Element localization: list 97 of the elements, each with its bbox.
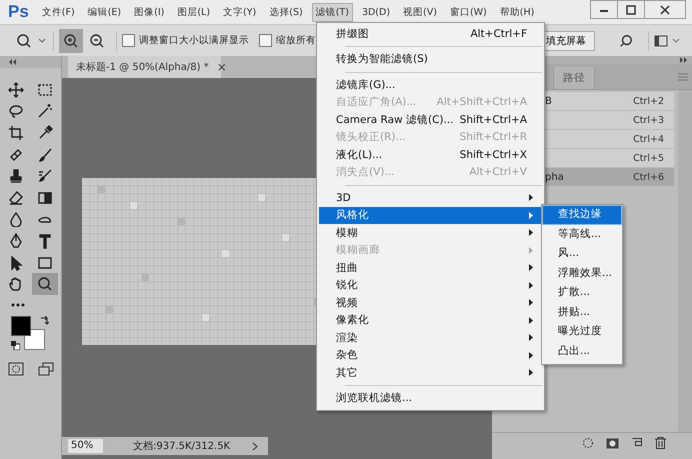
menu-item[interactable]: 查找边缘 [542,205,622,224]
menu-item[interactable]: 文字(Y) [219,2,260,22]
menu-item[interactable]: 扩散... [542,283,622,302]
submenu-arrow-icon [529,282,533,289]
submenu-item[interactable]: 像素化 [319,312,542,329]
caret-icon [672,38,680,44]
gradient-icon [37,190,53,206]
new-channel-icon[interactable] [631,437,643,449]
type-icon [37,232,53,249]
swap-icon[interactable] [40,316,48,325]
submenu-arrow-icon [529,299,533,306]
menu-item[interactable]: 滤镜(T) [312,2,353,22]
pen-icon [8,232,24,249]
magic-wand-icon [37,103,53,120]
eraser-icon [8,190,24,206]
menu-item[interactable]: 编辑(E) [84,2,126,22]
menu-item[interactable]: 选择(S) [265,2,307,22]
history-brush-icon [37,168,53,184]
brush-icon [37,146,53,163]
submenu-item[interactable]: 其它 [319,364,542,382]
menu-item[interactable]: 图层(L) [173,2,214,22]
menu-item[interactable]: 等高线... [542,224,622,244]
submenu-arrow-icon [529,246,533,254]
submenu-item[interactable]: 渲染 [319,329,542,346]
scrollbar[interactable] [678,90,692,432]
submenu-arrow-icon [529,194,533,202]
menu-item[interactable]: 视图(V) [399,2,441,22]
collapse-icon[interactable] [8,59,16,65]
submenu-arrow-icon [529,369,533,376]
marquee-icon [37,82,53,98]
close-button[interactable] [644,0,686,19]
submenu-item[interactable]: 3D [319,189,542,206]
mask-icon[interactable] [606,438,619,448]
more-tools-icon[interactable] [10,302,24,307]
lasso-icon [8,103,24,120]
panel-layout-icon [654,34,668,46]
dotted-circle-icon[interactable] [582,437,594,449]
menu-item[interactable]: 风... [542,244,622,264]
checkbox-label: 调整窗口大小以满屏显示 [139,34,249,47]
submenu-arrow-icon [529,334,533,342]
search-icon[interactable] [619,34,633,48]
menu-item[interactable]: 拼贴... [542,302,622,322]
document-title: 未标题-1 @ 50%(Alpha/8) * [76,60,209,74]
menu-item[interactable]: 文件(F) [38,2,79,22]
submenu-item[interactable]: 模糊 [319,224,542,242]
zoom-icon [37,276,53,292]
zoom-level-field[interactable]: 50% [68,439,103,453]
minimize-button[interactable] [590,0,618,19]
submenu-arrow-icon [529,212,533,219]
submenu-item[interactable]: 视频 [319,294,542,312]
checkbox[interactable] [122,34,135,47]
color-swatches[interactable] [10,316,44,350]
panel-tab[interactable]: 路径 [553,67,595,89]
submenu-item[interactable]: 杂色 [319,346,542,364]
menu-item[interactable]: 转换为智能滤镜(S) [319,50,542,68]
menu-item[interactable]: 3D(D) [358,4,394,20]
rectangle-icon [37,254,53,271]
maximize-icon [626,4,636,14]
submenu-item[interactable]: 锐化 [319,276,542,294]
submenu-arrow-icon [529,229,533,236]
bandage-icon [8,146,24,163]
checkbox-label: 缩放所有 [276,34,316,47]
menu-item[interactable]: 凸出... [542,342,622,361]
quick-mask-icon[interactable] [8,362,24,376]
maximize-button[interactable] [617,0,645,19]
caret-icon [38,38,46,44]
submenu-item[interactable]: 风格化 [319,206,542,224]
move-icon [8,82,24,98]
submenu-arrow-icon [529,264,533,272]
screen-mode-icon[interactable] [38,362,54,376]
menu-item[interactable]: 滤镜库(G)... [319,76,542,94]
menu-item[interactable]: 帮助(H) [496,2,538,22]
zoom-out-icon [89,32,105,48]
checkbox[interactable] [259,34,272,47]
app-logo: Ps [8,2,29,22]
close-icon [660,4,670,14]
submenu-item[interactable]: 扭曲 [319,259,542,276]
document-size-text: 文档:937.5K/312.5K [133,440,230,453]
workspace-button[interactable] [654,34,680,46]
menu-item[interactable]: 曝光过度 [542,322,622,342]
trash-icon[interactable] [655,437,666,449]
menu-item[interactable]: 图像(I) [130,2,168,22]
submenu-arrow-icon [529,316,533,324]
zoom-in-icon [63,32,79,48]
zoom-in-button[interactable] [59,28,83,52]
zoom-tool-button[interactable] [32,273,58,295]
submenu-arrow-icon [529,352,533,359]
default-colors-icon[interactable] [10,340,20,350]
menu-item[interactable]: 浏览联机滤镜... [319,390,542,407]
menu-item[interactable]: 窗口(W) [446,2,491,22]
eyedropper-icon [37,124,53,141]
menu-item[interactable]: 浮雕效果... [542,264,622,283]
crop-icon [8,124,24,141]
zoom-icon [16,32,32,48]
drop-icon [8,211,24,228]
chevron-right-icon[interactable] [252,442,258,450]
stamp-icon [8,168,24,184]
